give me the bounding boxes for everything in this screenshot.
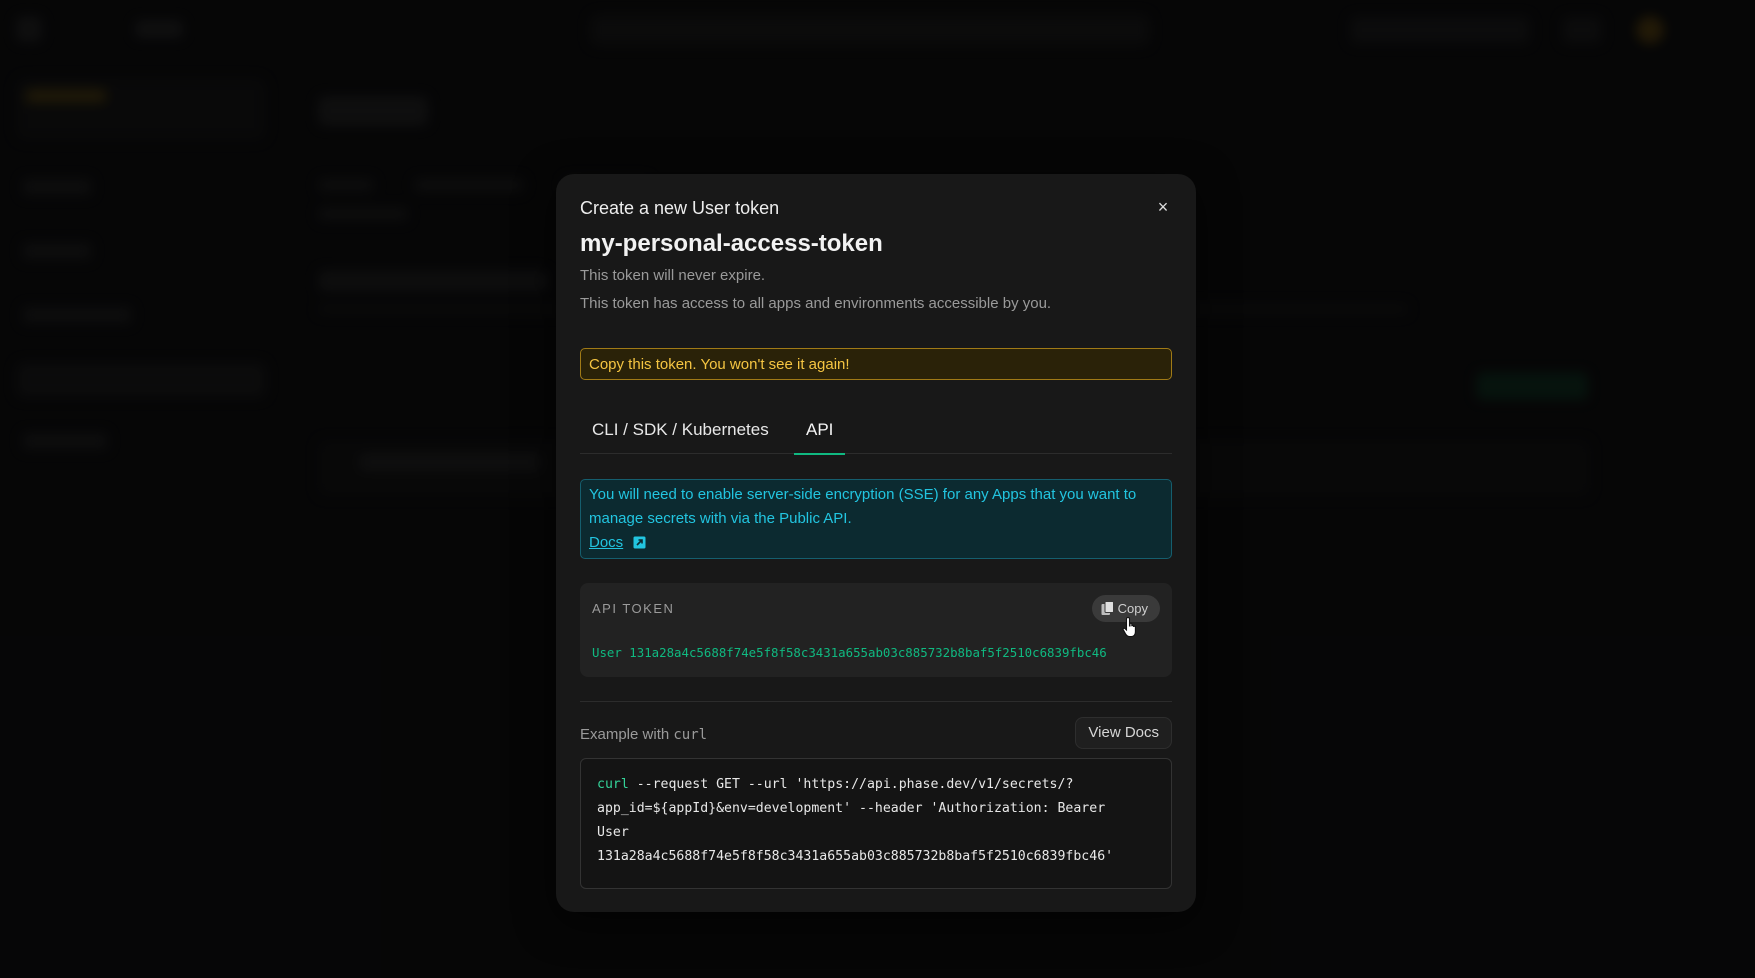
copy-warning-alert: Copy this token. You won't see it again! bbox=[580, 348, 1172, 380]
api-token-label: API TOKEN bbox=[592, 601, 675, 616]
api-token-value: User 131a28a4c5688f74e5f8f58c3431a655ab0… bbox=[592, 645, 1107, 660]
code-line-2: app_id=${appId}&env=development' --heade… bbox=[597, 801, 1106, 816]
close-icon[interactable]: × bbox=[1152, 196, 1174, 218]
example-label: Example with curl bbox=[580, 726, 707, 743]
hand-pointer-icon bbox=[1122, 616, 1136, 638]
info-line-2: manage secrets with via the Public API. bbox=[589, 510, 852, 527]
external-link-icon[interactable] bbox=[633, 536, 646, 549]
docs-link[interactable]: Docs bbox=[589, 534, 623, 551]
tab-cli-sdk-kubernetes[interactable]: CLI / SDK / Kubernetes bbox=[580, 408, 781, 454]
code-command: curl bbox=[597, 777, 629, 792]
code-line-4: 131a28a4c5688f74e5f8f58c3431a655ab03c885… bbox=[597, 849, 1114, 864]
tab-api[interactable]: API bbox=[794, 408, 846, 455]
access-note: This token has access to all apps and en… bbox=[580, 295, 1052, 312]
token-tabs: CLI / SDK / Kubernetes API bbox=[580, 408, 1172, 455]
code-line-3: User bbox=[597, 825, 629, 840]
token-name: my-personal-access-token bbox=[580, 230, 883, 257]
copy-icon bbox=[1101, 601, 1114, 615]
divider bbox=[580, 701, 1172, 702]
curl-example-code: curl --request GET --url 'https://api.ph… bbox=[580, 758, 1172, 889]
code-line-1: --request GET --url 'https://api.phase.d… bbox=[628, 777, 1074, 792]
expiry-note: This token will never expire. bbox=[580, 267, 766, 284]
copy-button-label: Copy bbox=[1117, 601, 1148, 616]
sse-info-alert: You will need to enable server-side encr… bbox=[580, 479, 1172, 559]
example-label-code: curl bbox=[673, 727, 708, 743]
create-token-dialog: Create a new User token × my-personal-ac… bbox=[556, 174, 1196, 912]
info-line-1: You will need to enable server-side encr… bbox=[589, 486, 1137, 503]
view-docs-button[interactable]: View Docs bbox=[1075, 717, 1172, 749]
example-label-prefix: Example with bbox=[580, 726, 674, 743]
dialog-title: Create a new User token bbox=[580, 198, 780, 218]
api-token-card: API TOKEN Copy User 131a28a4c5688f74e5f8… bbox=[580, 583, 1172, 677]
